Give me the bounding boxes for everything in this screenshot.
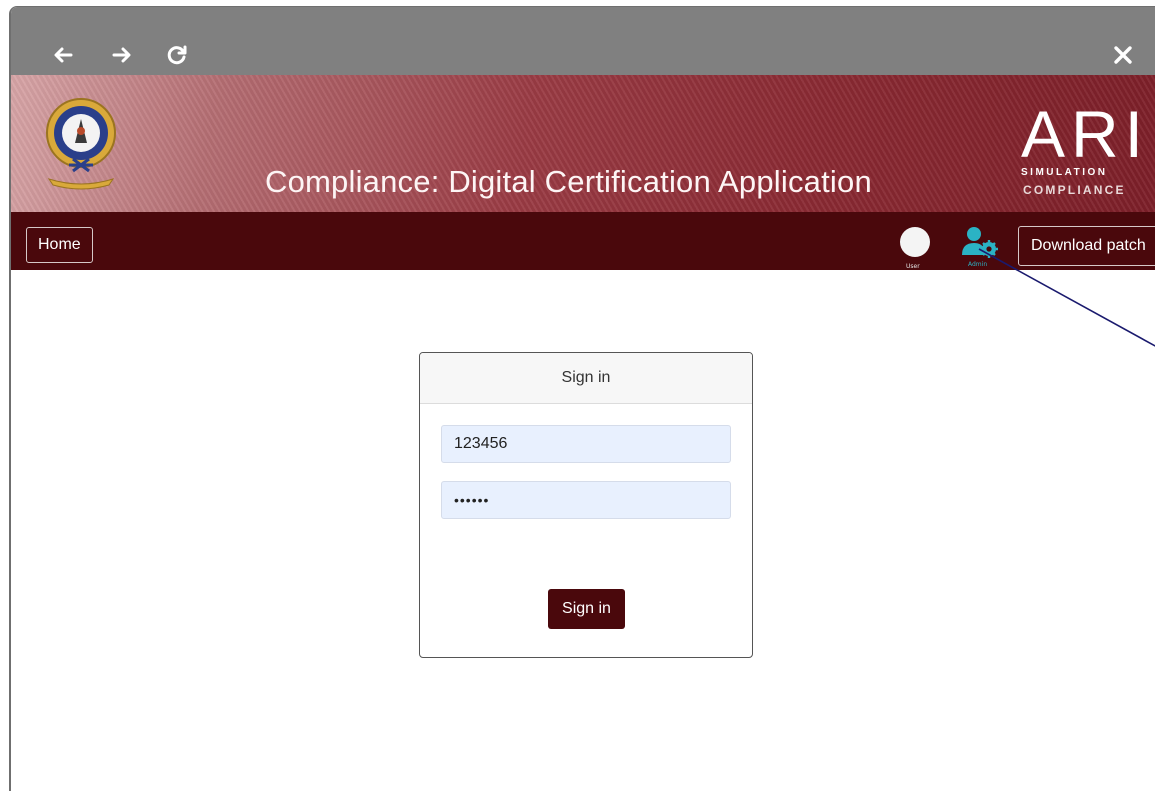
browser-toolbar: [11, 7, 1155, 75]
top-navbar: Home User Admin Download patch: [11, 212, 1155, 270]
svg-text:SIMULATION: SIMULATION: [1021, 167, 1107, 178]
arrow-right-icon: [112, 47, 131, 63]
back-button[interactable]: [49, 41, 77, 69]
signin-card: Sign in 123456 •••••• Sign in: [419, 352, 753, 658]
svg-text:ARI: ARI: [1021, 97, 1149, 171]
admin-login-button[interactable]: Admin: [960, 225, 1000, 271]
password-input[interactable]: ••••••: [441, 481, 731, 519]
arrow-left-icon: [54, 47, 73, 63]
svg-text:COMPLIANCE: COMPLIANCE: [1023, 183, 1126, 195]
close-icon: [1114, 46, 1132, 64]
close-button[interactable]: [1109, 41, 1137, 69]
forward-button[interactable]: [108, 41, 136, 69]
signin-button[interactable]: Sign in: [548, 589, 625, 629]
user-avatar-icon: [900, 227, 930, 257]
banner-title: Compliance: Digital Certification Applic…: [265, 164, 872, 199]
app-window: Compliance: Digital Certification Applic…: [9, 6, 1155, 791]
header-banner: Compliance: Digital Certification Applic…: [11, 75, 1155, 212]
ari-logo: ARI SIMULATION COMPLIANCE: [1021, 97, 1149, 195]
admin-user-gear-icon: [962, 227, 998, 258]
download-patch-button[interactable]: Download patch: [1018, 226, 1155, 266]
signin-header: Sign in: [420, 353, 752, 404]
user-label: User: [906, 263, 920, 270]
emblem-logo: [46, 98, 116, 190]
main-content: Sign in 123456 •••••• Sign in: [11, 270, 1155, 791]
home-button[interactable]: Home: [26, 227, 93, 263]
reload-icon: [167, 45, 187, 65]
admin-label: Admin: [968, 261, 988, 268]
user-login-button[interactable]: User: [898, 227, 932, 271]
reload-button[interactable]: [163, 41, 191, 69]
username-input[interactable]: 123456: [441, 425, 731, 463]
